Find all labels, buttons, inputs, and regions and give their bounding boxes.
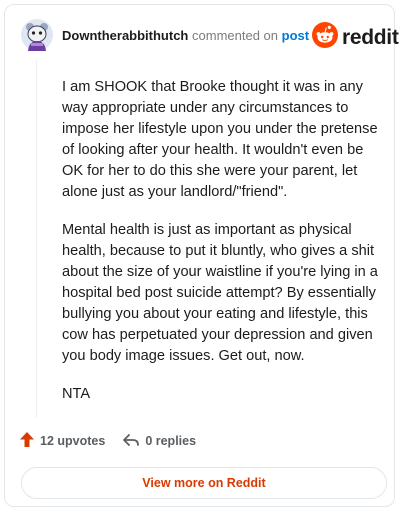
username-link[interactable]: Downtherabbithutch: [62, 28, 188, 43]
replies-group[interactable]: 0 replies: [123, 433, 196, 450]
upvote-arrow-icon[interactable]: [20, 432, 34, 450]
reply-arrow-icon: [123, 433, 140, 450]
replies-count: 0 replies: [145, 434, 197, 448]
upvotes-count: 12 upvotes: [40, 434, 106, 448]
action-text: commented on: [192, 28, 279, 43]
upvotes-group[interactable]: 12 upvotes: [20, 432, 105, 450]
post-link[interactable]: post: [282, 28, 309, 43]
comment-paragraph-3: NTA: [62, 386, 91, 402]
user-avatar[interactable]: [21, 19, 53, 51]
comment-footer: 12 upvotes 0 replies: [20, 432, 196, 450]
thread-line: [36, 60, 37, 418]
reddit-wordmark: reddit: [342, 25, 399, 49]
reddit-logo[interactable]: reddit: [312, 22, 399, 53]
comment-header: Downtherabbithutch commented on post: [62, 28, 309, 44]
reddit-snoo-icon: [312, 22, 338, 53]
comment-paragraph-2: Mental health is just as important as ph…: [62, 222, 378, 364]
view-more-on-reddit-button[interactable]: View more on Reddit: [21, 467, 387, 499]
embedded-comment-card: Downtherabbithutch commented on post red…: [4, 4, 399, 507]
comment-body: I am SHOOK that Brooke thought it was in…: [62, 77, 384, 422]
comment-paragraph-1: I am SHOOK that Brooke thought it was in…: [62, 79, 378, 200]
